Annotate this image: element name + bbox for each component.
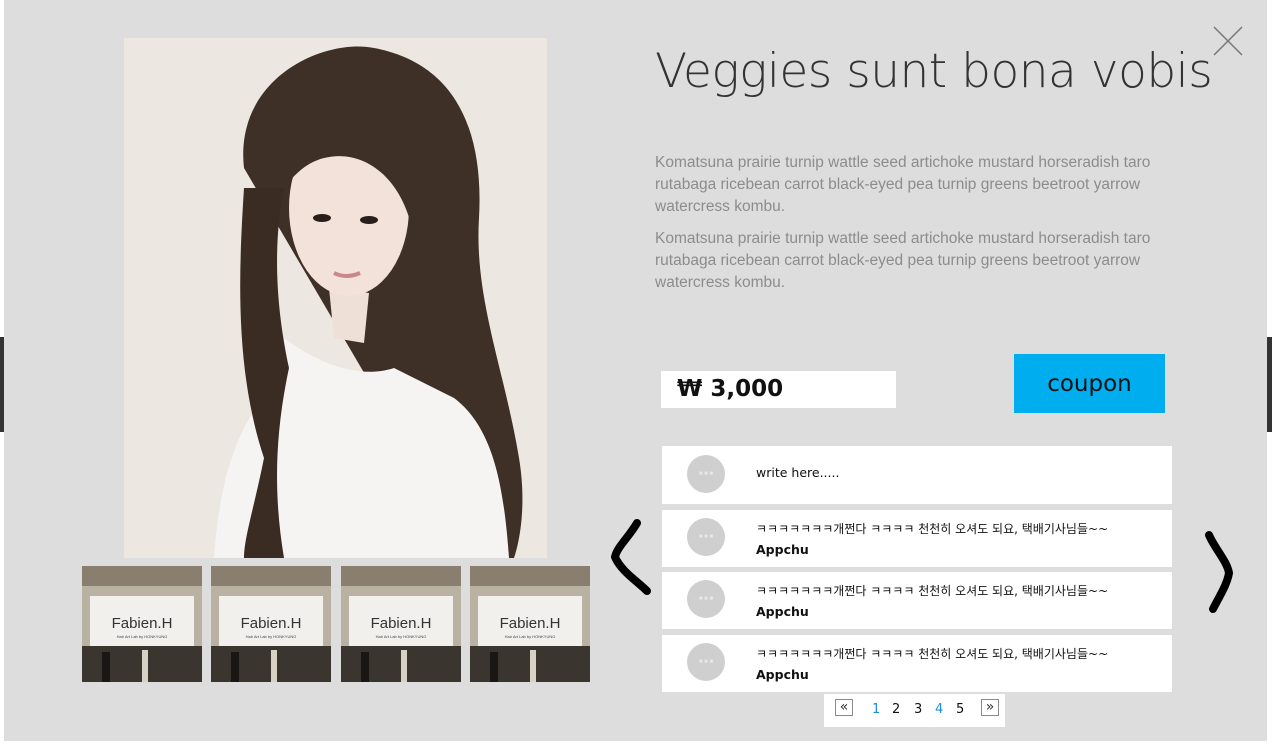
thumbnail-sign-text: Fabien.H (500, 615, 561, 632)
comment-input[interactable] (756, 462, 1146, 482)
thumbnail-sign-subtext: Hair Art Lab by HONKYUNG (246, 634, 297, 639)
close-icon (1213, 26, 1243, 56)
thumbnail-sign-text: Fabien.H (371, 615, 432, 632)
thumbnail-4[interactable]: Fabien.H Hair Art Lab by HONKYUNG (470, 566, 590, 682)
comment-text: ㅋㅋㅋㅋㅋㅋㅋ개쩐다 ㅋㅋㅋㅋ 천천히 오셔도 되요, 택배기사님들~~ (756, 647, 1109, 661)
product-modal: Fabien.H Hair Art Lab by HONKYUNG Fabien… (4, 0, 1267, 741)
main-product-photo (124, 38, 547, 558)
page-prev-button[interactable]: « (835, 699, 853, 716)
page-4[interactable]: 4 (935, 702, 943, 717)
comment-text: ㅋㅋㅋㅋㅋㅋㅋ개쩐다 ㅋㅋㅋㅋ 천천히 오셔도 되요, 택배기사님들~~ (756, 584, 1109, 598)
avatar-placeholder-icon: ■ ■ ■ (687, 580, 725, 618)
page-5[interactable]: 5 (956, 702, 964, 717)
comment-author: Appchu (756, 667, 809, 682)
thumbnail-1[interactable]: Fabien.H Hair Art Lab by HONKYUNG (82, 566, 202, 682)
next-arrow-button[interactable] (1197, 527, 1237, 617)
avatar-placeholder-icon: ■ ■ ■ (687, 518, 725, 556)
coupon-button[interactable]: coupon (1014, 354, 1165, 413)
avatar-placeholder-icon: ■ ■ ■ (687, 455, 725, 493)
price-display: ₩ 3,000 (661, 371, 896, 408)
comment-row: ■ ■ ■ ㅋㅋㅋㅋㅋㅋㅋ개쩐다 ㅋㅋㅋㅋ 천천히 오셔도 되요, 택배기사님들… (662, 572, 1172, 629)
thumbnail-sign-text: Fabien.H (112, 615, 173, 632)
thumbnail-sign-subtext: Hair Art Lab by HONKYUNG (376, 634, 427, 639)
thumbnail-sign-subtext: Hair Art Lab by HONKYUNG (505, 634, 556, 639)
page-2[interactable]: 2 (892, 702, 900, 717)
comment-author: Appchu (756, 542, 809, 557)
thumbnail-sign-subtext: Hair Art Lab by HONKYUNG (117, 634, 168, 639)
prev-arrow-button[interactable] (607, 515, 653, 599)
comment-text: ㅋㅋㅋㅋㅋㅋㅋ개쩐다 ㅋㅋㅋㅋ 천천히 오셔도 되요, 택배기사님들~~ (756, 522, 1109, 536)
page-1[interactable]: 1 (872, 702, 880, 717)
pagination: « 1 2 3 4 5 » (824, 694, 1005, 727)
comment-author: Appchu (756, 604, 809, 619)
chevron-left-icon (611, 519, 651, 595)
product-description: Komatsuna prairie turnip wattle seed art… (655, 154, 1151, 215)
product-description: Komatsuna prairie turnip wattle seed art… (655, 230, 1151, 291)
page-3[interactable]: 3 (914, 702, 922, 717)
thumbnail-3[interactable]: Fabien.H Hair Art Lab by HONKYUNG (341, 566, 461, 682)
thumbnail-sign-text: Fabien.H (241, 615, 302, 632)
close-button[interactable] (1212, 25, 1244, 57)
comment-write-row: ■ ■ ■ (662, 446, 1172, 504)
page-next-button[interactable]: » (981, 699, 999, 716)
avatar-placeholder-icon: ■ ■ ■ (687, 643, 725, 681)
chevron-right-icon (1205, 531, 1233, 613)
comment-row: ■ ■ ■ ㅋㅋㅋㅋㅋㅋㅋ개쩐다 ㅋㅋㅋㅋ 천천히 오셔도 되요, 택배기사님들… (662, 510, 1172, 567)
thumbnail-2[interactable]: Fabien.H Hair Art Lab by HONKYUNG (211, 566, 331, 682)
product-title: Veggies sunt bona vobis (655, 44, 1213, 99)
comment-row: ■ ■ ■ ㅋㅋㅋㅋㅋㅋㅋ개쩐다 ㅋㅋㅋㅋ 천천히 오셔도 되요, 택배기사님들… (662, 635, 1172, 692)
